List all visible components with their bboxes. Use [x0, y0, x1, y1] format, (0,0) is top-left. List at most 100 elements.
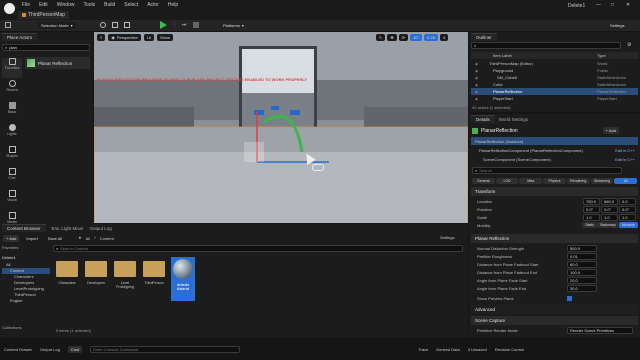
content-search[interactable]: ⌕ Search Content [53, 245, 463, 252]
level-tab[interactable]: ThirdPersonMap [18, 11, 69, 19]
save-icon[interactable] [5, 22, 11, 28]
settings-button[interactable]: Settings [607, 22, 627, 29]
favorites-header[interactable]: Favorites [2, 245, 50, 252]
asset-tile[interactable]: Level Prototyping [113, 257, 137, 301]
category-cinematic[interactable]: Cine [2, 168, 22, 188]
lit-button[interactable]: Lit [143, 34, 154, 41]
category-favorites[interactable]: Favorites [2, 58, 22, 78]
menu-build[interactable]: Build [104, 2, 115, 8]
close-button[interactable]: ✕ [626, 2, 630, 8]
category-shapes[interactable]: Shapes [2, 146, 22, 166]
select-mode-icon[interactable]: ↖ [376, 34, 386, 41]
property-value[interactable]: 60.0 [567, 260, 597, 268]
derived-data-button[interactable]: Derived Data [436, 347, 459, 352]
filter-tab[interactable]: General [472, 177, 495, 184]
scale-y[interactable]: 1.0 [601, 213, 618, 221]
show-button[interactable]: Show [156, 34, 173, 41]
cinematics-icon[interactable] [124, 22, 130, 28]
location-y[interactable]: 660.0 [601, 197, 618, 205]
outliner-search[interactable]: ⌕ [471, 42, 621, 49]
column-type[interactable]: Type [597, 53, 606, 58]
outliner-row[interactable]: ◉ Cube StaticMeshActor [471, 81, 638, 88]
category-basic[interactable]: Basic [2, 102, 22, 122]
visibility-eye-icon[interactable]: ◉ [475, 90, 478, 94]
snap-angle-button[interactable]: 10° [410, 34, 423, 41]
category-recent[interactable]: Recent [2, 80, 22, 100]
settings-icon[interactable]: ⚙ [627, 42, 631, 48]
trace-button[interactable]: Trace [418, 347, 428, 352]
asset-tile[interactable]: ThirdPerson [142, 257, 166, 301]
component-row-2[interactable]: SceneComponent (SceneComponent) Edit in … [471, 155, 638, 163]
column-item-label[interactable]: Item Label [493, 53, 512, 58]
outliner-tab[interactable]: Outliner [471, 33, 497, 41]
planar-reflection-section[interactable]: Planar Reflection [471, 234, 638, 243]
breadcrumb-content[interactable]: Content [100, 236, 114, 241]
output-log-button[interactable]: Output Log [40, 347, 60, 352]
import-button[interactable]: Import [23, 235, 40, 242]
menu-help[interactable]: Help [168, 2, 178, 8]
scale-z[interactable]: 1.0 [619, 213, 636, 221]
project-header[interactable]: Delete1 [2, 255, 50, 262]
mode-dropdown[interactable]: Selection Mode ▾ [38, 22, 76, 29]
cmd-dropdown[interactable]: Cmd [67, 345, 83, 353]
console-input[interactable]: Enter Console Command [90, 345, 241, 353]
mobility-static[interactable]: Static [582, 222, 597, 228]
scene-capture-section[interactable]: Scene Capture [471, 316, 638, 325]
visibility-eye-icon[interactable]: ◉ [475, 62, 478, 66]
blueprint-icon[interactable] [112, 22, 118, 28]
revision-control-button[interactable]: Revision Control [495, 347, 524, 352]
place-actors-search[interactable]: ⌕ plan [2, 44, 90, 51]
outliner-row[interactable]: ◉ SM_Cube6 StaticMeshActor [471, 74, 638, 81]
edit-cpp-link-2[interactable]: Edit in C++ [615, 157, 635, 162]
platforms-dropdown[interactable]: Platforms ▾ [220, 22, 247, 29]
maximize-button[interactable]: □ [611, 2, 614, 8]
instance-row[interactable]: PlanarReflection (Instance) [471, 137, 638, 145]
add-component-button[interactable]: + Add [602, 127, 619, 134]
actor-result-item[interactable]: Planar Reflection [25, 57, 90, 69]
property-value[interactable]: 20.0 [567, 276, 597, 284]
play-icon[interactable] [160, 21, 167, 29]
mobility-movable[interactable]: Movable [618, 222, 638, 228]
outliner-row[interactable]: ◉ PlanarReflection PlanarReflection [471, 88, 638, 95]
unsaved-button[interactable]: 3 Unsaved [468, 347, 487, 352]
level-viewport[interactable]: ≡ ◉ Perspective Lit Show ↖ ✥ ⟳ 10° 0.25 4… [94, 32, 468, 223]
translate-mode-icon[interactable]: ✥ [387, 34, 397, 41]
snap-scale-button[interactable]: 0.25 [424, 34, 438, 41]
location-x[interactable]: 750.0 [583, 197, 600, 205]
visibility-eye-icon[interactable]: ◉ [475, 76, 478, 80]
actor-name[interactable]: PlanarReflection [481, 128, 518, 134]
content-settings-button[interactable]: Settings [440, 235, 454, 240]
filter-tab[interactable]: Streaming [590, 177, 614, 184]
filter-tab[interactable]: Misc [519, 177, 543, 184]
breadcrumb-all[interactable]: All [86, 236, 90, 241]
filter-tab[interactable]: LOD [495, 177, 519, 184]
visibility-eye-icon[interactable]: ◉ [475, 83, 478, 87]
env-light-mixer-tab[interactable]: Env. Light Mixer [52, 226, 84, 231]
details-search[interactable]: ⌕ Search [472, 167, 622, 174]
tree-item-engine[interactable]: Engine [2, 298, 50, 304]
edit-cpp-link-1[interactable]: Edit in C++ [615, 148, 635, 153]
menu-file[interactable]: File [22, 2, 30, 8]
viewport-options-button[interactable]: ≡ [97, 34, 106, 41]
scale-x[interactable]: 1.0 [583, 213, 600, 221]
filter-tab[interactable]: Rendering [566, 177, 590, 184]
outliner-row[interactable]: ◉ Playground Folder [471, 67, 638, 74]
menu-edit[interactable]: Edit [39, 2, 48, 8]
unreal-logo-icon[interactable] [4, 3, 15, 14]
property-value[interactable]: 100.0 [567, 268, 597, 276]
transform-section[interactable]: Transform [471, 187, 638, 196]
asset-tile[interactable]: Characters [55, 257, 79, 301]
property-value[interactable]: 0.01 [567, 252, 597, 260]
mobility-stationary[interactable]: Stationary [597, 222, 619, 228]
asset-tile[interactable]: defaults Material [171, 257, 195, 301]
location-z[interactable]: 0.0 [619, 197, 636, 205]
category-visual[interactable]: Visual [2, 190, 22, 210]
save-all-button[interactable]: Save All [45, 235, 65, 242]
property-value[interactable]: 500.0 [567, 244, 597, 252]
minimize-button[interactable]: — [596, 2, 601, 8]
skip-icon[interactable]: ⏭ [182, 22, 188, 28]
content-drawer-button[interactable]: Content Drawer [4, 347, 32, 352]
play-options-icon[interactable]: ⋮ [172, 22, 177, 28]
menu-tools[interactable]: Tools [83, 2, 95, 8]
primitive-mode-dropdown[interactable]: Render Scene Primitives [567, 326, 633, 334]
